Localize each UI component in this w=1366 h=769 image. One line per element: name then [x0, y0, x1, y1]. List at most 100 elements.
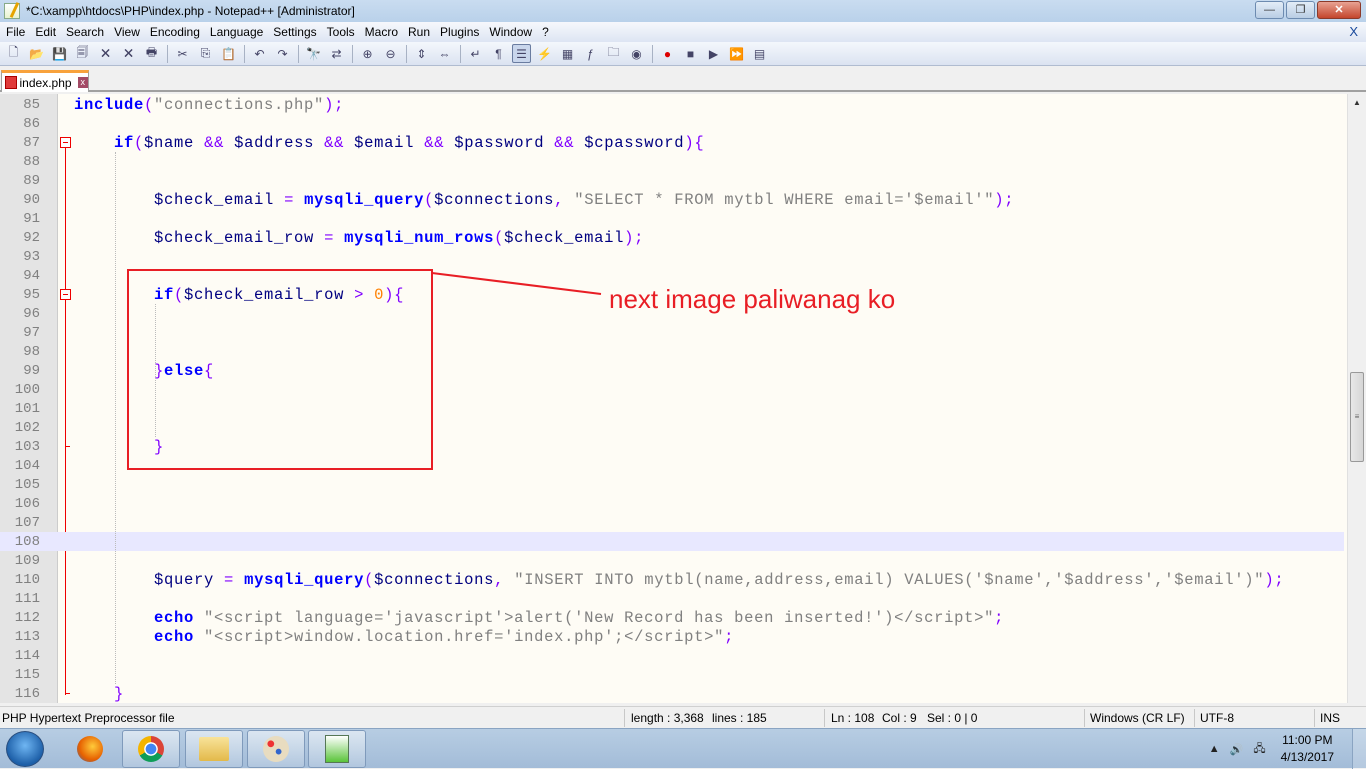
redo-icon[interactable]: ↷: [273, 44, 292, 63]
menu-tools[interactable]: Tools: [323, 25, 361, 39]
code-line[interactable]: 88: [0, 152, 1344, 171]
menu-encoding[interactable]: Encoding: [146, 25, 206, 39]
menu-view[interactable]: View: [110, 25, 146, 39]
find-icon[interactable]: 🔭: [304, 44, 323, 63]
menu-run[interactable]: Run: [404, 25, 436, 39]
menu-language[interactable]: Language: [206, 25, 269, 39]
undo-icon[interactable]: ↶: [250, 44, 269, 63]
clock[interactable]: 11:00 PM 4/13/2017: [1281, 732, 1334, 766]
start-button[interactable]: [6, 731, 44, 767]
word-wrap-icon[interactable]: ↵: [466, 44, 485, 63]
fold-marker-line-95[interactable]: [60, 289, 71, 300]
fold-marker-line-87[interactable]: [60, 137, 71, 148]
close-button[interactable]: ✕: [1317, 1, 1361, 19]
show-hidden-icons-button[interactable]: ▲: [1209, 743, 1220, 755]
code-line[interactable]: 106: [0, 494, 1344, 513]
indent-guide-icon[interactable]: ☰: [512, 44, 531, 63]
code-line[interactable]: 90 $check_email = mysqli_query($connecti…: [0, 190, 1344, 209]
save-all-icon[interactable]: 🗐: [73, 44, 92, 63]
function-list-icon[interactable]: ƒ: [581, 44, 600, 63]
zoom-out-icon[interactable]: ⊖: [381, 44, 400, 63]
menu-file[interactable]: File: [2, 25, 31, 39]
status-insert-mode[interactable]: INS: [1320, 711, 1340, 725]
status-eol[interactable]: Windows (CR LF): [1090, 711, 1185, 725]
paste-icon[interactable]: 📋: [219, 44, 238, 63]
replace-icon[interactable]: ⇄: [327, 44, 346, 63]
code-line[interactable]: 93: [0, 247, 1344, 266]
code-line[interactable]: 111: [0, 589, 1344, 608]
minimize-button[interactable]: —: [1255, 1, 1284, 19]
restore-button[interactable]: ❐: [1286, 1, 1315, 19]
run-macro-multiple-icon[interactable]: ⏩: [727, 44, 746, 63]
code-line[interactable]: 116 }: [0, 684, 1344, 703]
close-icon[interactable]: 🗙: [96, 44, 115, 63]
open-file-icon[interactable]: 📂: [27, 44, 46, 63]
code-line[interactable]: 108: [0, 532, 1344, 551]
code-token: include: [74, 95, 145, 114]
new-file-icon[interactable]: 🗋: [4, 44, 23, 63]
code-line[interactable]: 105: [0, 475, 1344, 494]
menu-help[interactable]: ?: [538, 25, 555, 39]
menu-plugins[interactable]: Plugins: [436, 25, 485, 39]
sync-horizontal-icon[interactable]: ⇔: [435, 44, 454, 63]
save-icon[interactable]: 💾: [50, 44, 69, 63]
scroll-thumb[interactable]: ≡: [1350, 372, 1364, 462]
vertical-scrollbar[interactable]: ▲ ≡: [1347, 94, 1366, 703]
line-number: 115: [14, 666, 40, 683]
menu-window[interactable]: Window: [485, 25, 538, 39]
taskbar-chrome[interactable]: [122, 730, 180, 768]
playback-macro-icon[interactable]: ▶: [704, 44, 723, 63]
code-token: $email: [354, 133, 415, 152]
scroll-up-arrow[interactable]: ▲: [1348, 94, 1366, 111]
code-token: (: [364, 570, 375, 589]
taskbar-file-explorer[interactable]: [185, 730, 243, 768]
status-lines: lines : 185: [712, 711, 767, 725]
notepad-plus-plus-icon: [4, 3, 20, 19]
code-line[interactable]: 92 $check_email_row = mysqli_num_rows($c…: [0, 228, 1344, 247]
show-all-chars-icon[interactable]: ¶: [489, 44, 508, 63]
code-line[interactable]: 86: [0, 114, 1344, 133]
volume-icon[interactable]: 🔊: [1230, 743, 1244, 756]
monitoring-icon[interactable]: ◉: [627, 44, 646, 63]
code-line[interactable]: 89: [0, 171, 1344, 190]
document-map-icon[interactable]: ▦: [558, 44, 577, 63]
code-line[interactable]: 114: [0, 646, 1344, 665]
taskbar-paint[interactable]: [247, 730, 305, 768]
taskbar-notepad-plus-plus[interactable]: [308, 730, 366, 768]
stop-recording-icon[interactable]: ■: [681, 44, 700, 63]
status-encoding[interactable]: UTF-8: [1200, 711, 1234, 725]
network-icon[interactable]: 🖧: [1253, 740, 1265, 759]
print-icon[interactable]: 🖶: [142, 44, 161, 63]
code-line[interactable]: 112 echo "<script language='javascript'>…: [0, 608, 1344, 627]
code-token: ;: [994, 608, 1005, 627]
menu-settings[interactable]: Settings: [269, 25, 322, 39]
copy-icon[interactable]: ⎘: [196, 44, 215, 63]
record-macro-icon[interactable]: ●: [658, 44, 677, 63]
tab-index-php[interactable]: index.php x: [1, 70, 89, 92]
menu-edit[interactable]: Edit: [31, 25, 62, 39]
menu-search[interactable]: Search: [62, 25, 110, 39]
tab-close-icon[interactable]: x: [77, 77, 88, 88]
sync-vertical-icon[interactable]: ⇕: [412, 44, 431, 63]
user-defined-language-icon[interactable]: ⚡: [535, 44, 554, 63]
code-line[interactable]: 113 echo "<script>window.location.href='…: [0, 627, 1344, 646]
code-line[interactable]: 109: [0, 551, 1344, 570]
save-macro-icon[interactable]: ▤: [750, 44, 769, 63]
cut-icon[interactable]: ✂: [173, 44, 192, 63]
code-line[interactable]: 107: [0, 513, 1344, 532]
zoom-in-icon[interactable]: ⊕: [358, 44, 377, 63]
code-token: $name: [144, 133, 195, 152]
code-line[interactable]: 115: [0, 665, 1344, 684]
code-line[interactable]: 85 include("connections.php");: [0, 95, 1344, 114]
taskbar-firefox[interactable]: [61, 730, 119, 768]
close-all-icon[interactable]: 🗙: [119, 44, 138, 63]
folder-as-workspace-icon[interactable]: 🗀: [604, 44, 623, 63]
code-line[interactable]: 91: [0, 209, 1344, 228]
close-document-button[interactable]: X: [1349, 24, 1358, 39]
code-line[interactable]: 110 $query = mysqli_query($connections, …: [0, 570, 1344, 589]
line-number: 86: [23, 115, 40, 132]
menu-macro[interactable]: Macro: [361, 25, 404, 39]
show-desktop-button[interactable]: [1352, 729, 1366, 769]
code-line[interactable]: 87 if($name && $address && $email && $pa…: [0, 133, 1344, 152]
